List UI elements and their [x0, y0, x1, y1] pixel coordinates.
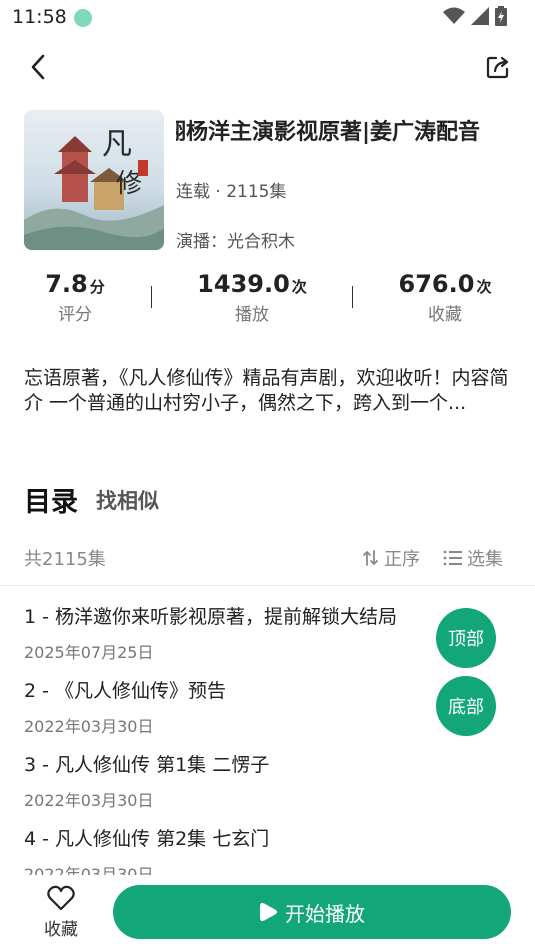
sort-button[interactable]: 正序	[362, 545, 420, 571]
stat-rating: 7.8 分 评分	[45, 270, 105, 325]
list-item[interactable]: 4 - 凡人修仙传 第2集 七玄门 2022年03月30日	[24, 824, 484, 876]
sort-label: 正序	[384, 549, 420, 570]
album-title: 翔杨洋主演影视原著|姜广涛配音	[176, 120, 481, 144]
select-label: 选集	[467, 549, 503, 570]
favorite-label: 收藏	[44, 920, 78, 940]
select-episodes-button[interactable]: 选集	[443, 545, 503, 571]
episode-title: 3 - 凡人修仙传 第1集 二愣子	[24, 754, 270, 776]
episode-date: 2025年07月25日	[24, 643, 154, 662]
album-description[interactable]: 忘语原著，《凡人修仙传》精品有声剧，欢迎收听！内容简介 一个普通的山村穷小子，偶…	[24, 366, 514, 416]
episode-title: 2 - 《凡人修仙传》预告	[24, 680, 227, 702]
section-divider	[0, 585, 535, 586]
status-icons	[443, 6, 507, 26]
start-play-label: 开始播放	[285, 901, 365, 926]
list-icon	[443, 550, 462, 566]
back-icon	[31, 54, 45, 80]
album-status: 连载 · 2115集	[176, 182, 287, 202]
scroll-bottom-button[interactable]: 底部	[436, 676, 496, 736]
wifi-icon	[443, 7, 465, 24]
sort-icon	[363, 550, 378, 566]
tab-find-similar[interactable]: 找相似	[96, 485, 159, 515]
stat-divider	[151, 286, 152, 308]
album-cover: 凡 修	[24, 110, 164, 250]
status-bar: 11:58	[0, 0, 535, 36]
episode-date: 2022年03月30日	[24, 717, 154, 736]
episode-count: 共2115集	[24, 549, 106, 570]
heart-icon	[47, 885, 75, 911]
stat-plays: 1439.0 次 播放	[197, 270, 307, 325]
list-item[interactable]: 3 - 凡人修仙传 第1集 二愣子 2022年03月30日	[24, 750, 484, 811]
battery-icon	[495, 6, 507, 26]
bottom-bar: 收藏 开始播放	[0, 875, 535, 951]
app-notification-icon	[74, 9, 92, 27]
album-narrator: 演播：光合积木	[176, 232, 295, 252]
stat-favorites: 676.0 次 收藏	[398, 270, 492, 325]
list-item[interactable]: 2 - 《凡人修仙传》预告 2022年03月30日	[24, 676, 484, 737]
svg-text:凡: 凡	[102, 127, 132, 162]
episode-date: 2022年03月30日	[24, 865, 154, 876]
share-icon	[486, 56, 509, 79]
signal-icon	[471, 7, 489, 25]
favorite-button[interactable]: 收藏	[36, 885, 86, 940]
episode-title: 1 - 杨洋邀你来听影视原著，提前解锁大结局	[24, 606, 398, 628]
share-button[interactable]	[483, 52, 513, 82]
list-item[interactable]: 1 - 杨洋邀你来听影视原著，提前解锁大结局 2025年07月25日	[24, 602, 484, 663]
tab-catalogue[interactable]: 目录	[24, 480, 78, 519]
scroll-top-button[interactable]: 顶部	[436, 608, 496, 668]
episode-date: 2022年03月30日	[24, 791, 154, 810]
stats-row: 7.8 分 评分 1439.0 次 播放 676.0 次 收藏	[0, 270, 535, 330]
stat-divider	[352, 286, 353, 308]
back-button[interactable]	[24, 52, 54, 82]
play-icon	[260, 903, 277, 921]
episode-title: 4 - 凡人修仙传 第2集 七玄门	[24, 828, 270, 850]
status-time: 11:58	[12, 6, 67, 28]
start-play-button[interactable]: 开始播放	[113, 885, 511, 939]
